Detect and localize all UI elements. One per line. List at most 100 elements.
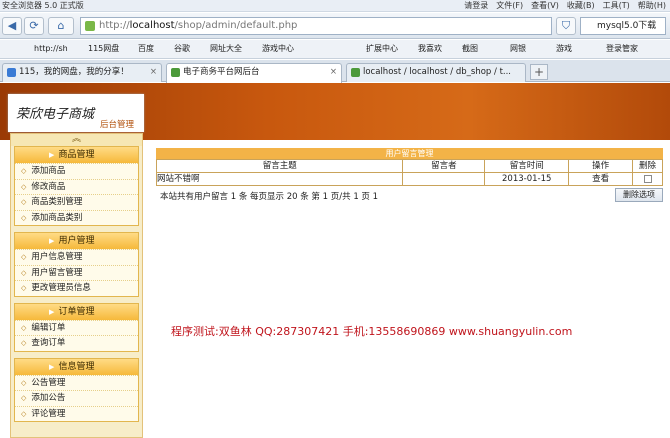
delete-checkbox[interactable] — [643, 174, 652, 183]
tab-phpmyadmin[interactable]: localhost / localhost / db_shop / t... — [346, 63, 526, 82]
search-input[interactable]: mysql5.0下载 — [580, 17, 666, 35]
tab-label: 115，我的网盘，我的分享！ — [19, 67, 129, 77]
menu-tools[interactable]: 工具(T) — [603, 0, 630, 11]
menu-group-info: ▶ 信息管理 ◇ 公告管理 ◇ 添加公告 ◇ 评论管理 — [14, 357, 139, 422]
sidebar-item-label: 评论管理 — [31, 408, 66, 419]
bookmark-item[interactable]: 我喜欢 — [418, 40, 442, 58]
navigation-bar: ◀ ⟳ ⌂ http://localhost/shop/admin/defaul… — [0, 13, 670, 39]
sidebar-item-add-announcement[interactable]: ◇ 添加公告 — [15, 390, 138, 406]
sidebar-item-announcements[interactable]: ◇ 公告管理 — [15, 374, 138, 391]
bullet-icon: ◇ — [21, 409, 27, 418]
bookmarks-bar: http://sh 115网盘 百度 谷歌 网址大全 游戏中心 扩展中心 我喜欢… — [0, 40, 670, 59]
tab-favicon-icon — [171, 68, 180, 77]
sidebar-item-label: 用户信息管理 — [31, 252, 83, 262]
bookmark-item[interactable]: 115网盘 — [88, 40, 119, 58]
menu-group-title: 信息管理 — [58, 361, 95, 372]
menu-group-orders: ▶ 订单管理 ◇ 编辑订单 ◇ 查询订单 — [14, 302, 139, 352]
menu-bar: 请登录 文件(F) 查看(V) 收藏(B) 工具(T) 帮助(H) — [464, 0, 666, 11]
menu-group-title: 商品管理 — [58, 150, 95, 160]
sidebar-item-add-category[interactable]: ◇ 添加商品类别 — [15, 209, 138, 226]
site-logo: 荣欣电子商城 后台管理 — [8, 94, 144, 132]
sidebar-item-query-order[interactable]: ◇ 查询订单 — [15, 335, 138, 351]
tab-favicon-icon — [351, 68, 360, 77]
sidebar-item-comments[interactable]: ◇ 评论管理 — [15, 405, 138, 422]
watermark-text: 程序测试:双鱼林 QQ:287307421 手机:13558690869 www… — [171, 325, 573, 338]
close-icon[interactable]: × — [150, 64, 157, 81]
bullet-icon: ◇ — [21, 253, 27, 261]
bookmark-item[interactable]: 登录管家 — [606, 40, 638, 58]
bookmark-item[interactable]: 网址大全 — [210, 40, 242, 58]
column-header: 留言主题 — [155, 159, 404, 173]
address-host: localhost — [129, 20, 175, 31]
message-subject: 网站不错啊 — [155, 172, 404, 186]
close-icon[interactable]: × — [330, 64, 337, 81]
bullet-icon: ◇ — [21, 167, 27, 175]
table-caption: 用户留言管理 — [156, 148, 663, 159]
window-title: 安全浏览器 5.0 正式版 — [2, 1, 84, 10]
column-header: 删除 — [632, 159, 663, 173]
menu-help[interactable]: 帮助(H) — [638, 0, 666, 11]
column-header: 操作 — [568, 159, 634, 173]
bullet-icon: ◇ — [21, 323, 27, 332]
messages-table: 留言主题 留言者 留言时间 操作 删除 网站不错啊 2013-01-15 查看 — [155, 159, 663, 186]
bullet-icon: ◇ — [21, 339, 27, 347]
bookmark-item[interactable]: http://sh — [34, 40, 68, 58]
site-subtitle: 后台管理 — [99, 120, 134, 130]
bookmark-item[interactable]: 百度 — [138, 40, 154, 58]
menu-view[interactable]: 查看(V) — [531, 0, 559, 11]
new-tab-button[interactable]: + — [530, 64, 548, 80]
bookmark-item[interactable]: 截图 — [462, 40, 478, 58]
bookmark-item[interactable]: 网银 — [510, 40, 526, 58]
bookmark-item[interactable]: 游戏 — [556, 40, 572, 58]
tab-admin[interactable]: 电子商务平台网后台 × — [166, 63, 342, 83]
address-path: /shop/admin/default.php — [174, 20, 298, 31]
sidebar-item-category-manage[interactable]: ◇ 商品类别管理 — [15, 194, 138, 210]
sidebar-item-edit-order[interactable]: ◇ 编辑订单 — [15, 319, 138, 336]
view-link[interactable]: 查看 — [568, 172, 634, 186]
address-bar[interactable]: http://localhost/shop/admin/default.php — [80, 17, 552, 35]
sidebar-item-edit-product[interactable]: ◇ 修改商品 — [15, 178, 138, 195]
sidebar-item-label: 更改管理员信息 — [31, 283, 91, 293]
refresh-icon[interactable]: ⟳ — [24, 17, 44, 35]
tab-115[interactable]: 115，我的网盘，我的分享！ × — [2, 63, 162, 82]
sidebar-item-user-info[interactable]: ◇ 用户信息管理 — [15, 249, 138, 265]
sidebar-item-add-product[interactable]: ◇ 添加商品 — [15, 163, 138, 179]
sidebar-item-admin-info[interactable]: ◇ 更改管理员信息 — [15, 280, 138, 296]
arrow-icon: ▶ — [49, 237, 55, 245]
sidebar-item-label: 用户留言管理 — [31, 267, 83, 278]
menu-file[interactable]: 文件(F) — [496, 0, 523, 11]
sidebar-item-label: 添加公告 — [31, 393, 66, 403]
collapse-icon[interactable]: ︽ — [11, 134, 142, 146]
sidebar-item-label: 添加商品 — [31, 166, 66, 176]
bookmark-item[interactable]: 扩展中心 — [366, 40, 398, 58]
menu-group-header[interactable]: ▶ 商品管理 — [15, 147, 138, 163]
tab-bar: 115，我的网盘，我的分享！ × 电子商务平台网后台 × localhost /… — [0, 60, 670, 83]
column-header: 留言时间 — [484, 159, 570, 173]
login-link[interactable]: 请登录 — [464, 0, 488, 11]
back-icon[interactable]: ◀ — [2, 17, 22, 35]
shield-icon[interactable]: ⛉ — [556, 17, 576, 35]
table-header-row: 留言主题 留言者 留言时间 操作 删除 — [155, 159, 663, 173]
site-name: 荣欣电子商城 — [16, 107, 95, 122]
main-content: 用户留言管理 留言主题 留言者 留言时间 操作 删除 网站不错啊 2013-01… — [155, 148, 663, 186]
sidebar-item-label: 查询订单 — [31, 338, 66, 348]
sidebar-item-user-messages[interactable]: ◇ 用户留言管理 — [15, 264, 138, 281]
column-header: 留言者 — [402, 159, 486, 173]
home-icon[interactable]: ⌂ — [48, 17, 74, 35]
delete-cell — [632, 172, 663, 186]
bullet-icon: ◇ — [21, 213, 27, 222]
message-author — [402, 172, 486, 186]
menu-group-products: ▶ 商品管理 ◇ 添加商品 ◇ 修改商品 ◇ 商品类别管理 ◇ 添加商品类别 — [14, 146, 139, 226]
arrow-icon: ▶ — [49, 151, 55, 159]
menu-favorites[interactable]: 收藏(B) — [567, 0, 595, 11]
menu-group-header[interactable]: ▶ 信息管理 — [15, 358, 138, 375]
arrow-icon: ▶ — [49, 307, 55, 316]
bookmark-item[interactable]: 谷歌 — [174, 40, 190, 58]
bookmark-item[interactable]: 游戏中心 — [262, 40, 294, 58]
sidebar-item-label: 商品类别管理 — [31, 197, 83, 207]
delete-selected-button[interactable]: 删除选项 — [615, 188, 663, 202]
site-favicon-icon — [85, 21, 95, 31]
menu-group-header[interactable]: ▶ 用户管理 — [15, 233, 138, 249]
menu-group-header[interactable]: ▶ 订单管理 — [15, 303, 138, 320]
sidebar-item-label: 编辑订单 — [31, 322, 66, 333]
